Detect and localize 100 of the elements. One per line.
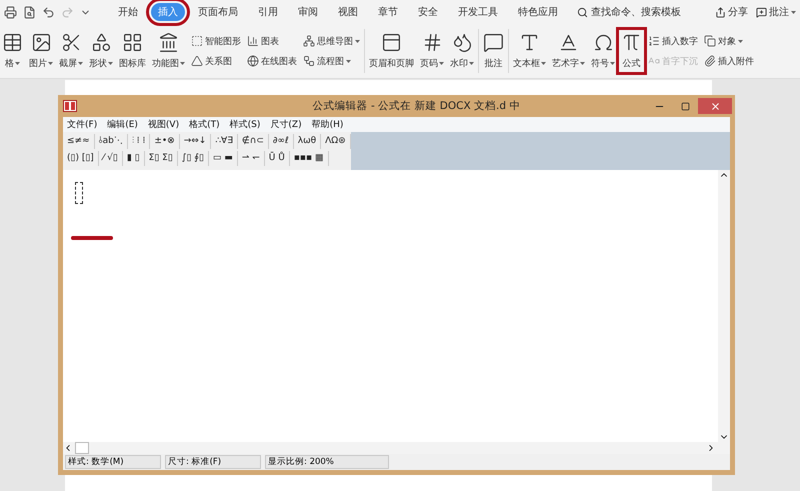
printer-icon [4, 6, 17, 18]
status-field: 尺寸: 标准(F) [165, 455, 261, 469]
ribbon-small-button[interactable]: 思维导图 [303, 34, 360, 48]
droplet-icon [452, 32, 472, 53]
omega-icon [592, 32, 614, 53]
search-field[interactable]: 查找命令、搜索模板 [577, 5, 681, 19]
scroll-thumb[interactable] [75, 442, 89, 454]
menu-tab[interactable]: 开发工具 [451, 3, 505, 21]
menu-tab[interactable]: 开始 [111, 3, 145, 21]
ribbon-button[interactable]: 图标库 [117, 30, 148, 72]
ribbon-small-button[interactable]: 对象 [704, 34, 754, 48]
undo-button[interactable] [42, 6, 55, 18]
menu-item[interactable]: 尺寸(Z) [270, 118, 302, 131]
network-icon [303, 35, 315, 47]
ribbon-button[interactable]: 页眉和页脚 [367, 30, 416, 72]
caret-icon [48, 62, 53, 65]
app-icon [63, 100, 77, 112]
caret-icon [541, 62, 546, 65]
menu-item[interactable]: 格式(T) [189, 118, 220, 131]
ribbon-button[interactable]: 页码 [418, 30, 446, 72]
ribbon-small-button[interactable]: 关系图 [191, 54, 241, 68]
ribbon-small-button[interactable]: 智能图形 [191, 34, 241, 48]
search-icon [577, 6, 588, 18]
palette-button[interactable]: ⫶ ⁞ ⁞ [128, 134, 150, 149]
palette-button[interactable]: Σ▯ Σ▯ [144, 151, 178, 166]
ribbon-button[interactable]: 水印 [448, 30, 476, 72]
maximize-icon [680, 102, 690, 110]
top-action-button[interactable]: 批注 [756, 5, 796, 19]
palette-button[interactable]: λωθ [294, 134, 322, 149]
caret-icon [78, 62, 83, 65]
pi-icon [621, 32, 642, 53]
vertical-scrollbar[interactable] [718, 170, 730, 442]
caret-icon [469, 62, 474, 65]
empty-slot-icon[interactable] [75, 182, 83, 204]
palette-button[interactable]: Ū Ů [264, 151, 290, 166]
letter-a-icon [558, 32, 579, 53]
ribbon-button[interactable]: 功能图 [150, 30, 187, 72]
ribbon-button[interactable]: 截屏 [57, 30, 85, 72]
palette-button[interactable]: ▭ ▬ [208, 151, 238, 166]
caret-icon [439, 62, 444, 65]
comment-add-icon [756, 6, 767, 18]
menu-tab[interactable]: 审阅 [291, 3, 325, 21]
palette-button[interactable]: ▪▪▪ ▦ [290, 151, 328, 166]
palette-button[interactable]: ≤≠≈ [63, 134, 95, 149]
menu-item[interactable]: 文件(F) [67, 118, 98, 131]
menu-item[interactable]: 帮助(H) [312, 118, 344, 131]
flowchart-icon [303, 55, 315, 67]
text-icon [519, 32, 540, 53]
menu-tab[interactable]: 视图 [331, 3, 365, 21]
menu-tab[interactable]: 安全 [411, 3, 445, 21]
grid-icon [122, 32, 143, 53]
print-button[interactable] [4, 6, 17, 18]
shapes-icon [90, 32, 112, 53]
ribbon-button[interactable]: 图片 [27, 30, 55, 72]
caret-icon [791, 10, 796, 14]
status-field: 显示比例: 200% [265, 455, 389, 469]
palette-button[interactable]: ∉∩⊂ [238, 134, 269, 149]
ribbon-button[interactable]: 公式 [619, 30, 644, 72]
caret-icon [180, 62, 185, 65]
ribbon-small-button[interactable]: 在线图表 [247, 54, 297, 68]
menu-tab[interactable]: 特色应用 [511, 3, 565, 21]
ribbon-button[interactable]: 文本框 [511, 30, 548, 72]
palette-button[interactable]: ∴∀∃ [211, 134, 238, 149]
ribbon-button[interactable]: 批注 [481, 30, 506, 72]
menu-item[interactable]: 样式(S) [230, 118, 260, 131]
ribbon-button[interactable]: 形状 [87, 30, 115, 72]
palette-button[interactable]: ⇀ ↽ [238, 151, 265, 166]
ribbon-button[interactable]: 符号 [589, 30, 617, 72]
page-header-icon [381, 32, 402, 53]
top-action-button[interactable]: 分享 [715, 5, 748, 19]
menu-item[interactable]: 编辑(E) [107, 118, 138, 131]
status-field: 样式: 数学(M) [65, 455, 161, 469]
palette-button[interactable]: ▮ ▯ [122, 151, 145, 166]
ribbon-small-button[interactable]: 图表 [247, 34, 297, 48]
palette-button[interactable]: →⇔↓ [180, 134, 212, 149]
palette-button[interactable]: ∫▯ ∮▯ [178, 151, 209, 166]
palette-button[interactable]: (▯) [▯] [63, 151, 99, 166]
caret-icon [738, 40, 743, 42]
ribbon-small-button[interactable]: 插入附件 [704, 54, 754, 68]
menu-tab[interactable]: 引用 [251, 3, 285, 21]
palette-button[interactable]: ΛΩ⊛ [321, 134, 351, 149]
ribbon-small-button[interactable]: 插入数字 [648, 34, 698, 48]
ribbon-small-button[interactable]: 流程图 [303, 54, 360, 68]
menu-tab[interactable]: 章节 [371, 3, 405, 21]
palette-button[interactable]: ⁄ √▯ [98, 151, 123, 166]
palette-button[interactable]: ±•⊗ [150, 134, 180, 149]
window-title: 公式编辑器 - 公式在 新建 DOCX 文档.d 中 [312, 99, 522, 113]
columns-icon [158, 32, 179, 53]
print-preview-button[interactable] [23, 6, 36, 18]
palette-button[interactable]: ⫰ab⋱ [94, 134, 128, 149]
menu-tab[interactable]: 页面布局 [191, 3, 245, 21]
close-button[interactable] [698, 98, 732, 114]
ribbon-button[interactable]: 格 [0, 30, 25, 72]
close-icon [710, 100, 720, 112]
caret-icon [580, 62, 585, 65]
ribbon-button[interactable]: 艺术字 [550, 30, 587, 72]
menu-item[interactable]: 视图(V) [148, 118, 180, 131]
triangle-icon [191, 55, 203, 67]
palette-button[interactable]: ∂∞ℓ [268, 134, 294, 149]
horizontal-scrollbar[interactable] [63, 442, 730, 454]
